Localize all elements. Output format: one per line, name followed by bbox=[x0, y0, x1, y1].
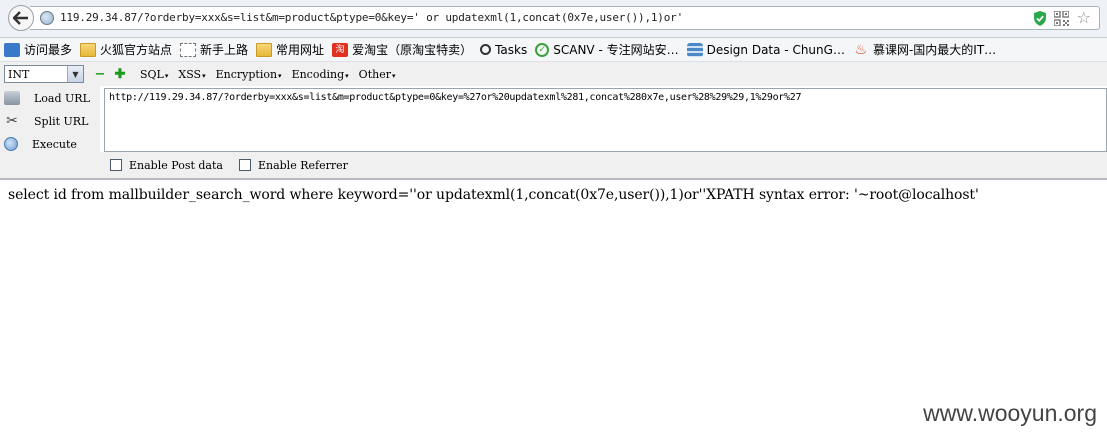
back-button[interactable] bbox=[8, 5, 34, 31]
bookmark-item[interactable]: 访问最多 bbox=[4, 41, 72, 58]
globe-icon bbox=[40, 11, 54, 25]
execute-button[interactable]: Execute bbox=[4, 134, 77, 154]
bookmark-star-icon[interactable]: ☆ bbox=[1077, 9, 1091, 27]
enable-referrer-checkbox[interactable] bbox=[238, 159, 251, 171]
bookmark-item[interactable]: Tasks bbox=[480, 43, 527, 57]
dashed-page-icon bbox=[180, 42, 197, 57]
menu-other[interactable]: Other▾ bbox=[359, 68, 396, 81]
back-arrow-icon bbox=[13, 11, 28, 25]
folder-icon bbox=[80, 42, 97, 57]
chevron-down-icon[interactable]: ▼ bbox=[67, 66, 83, 82]
menu-encryption[interactable]: Encryption▾ bbox=[216, 68, 282, 81]
url-field[interactable]: 119.29.34.87/?orderby=xxx&s=list&m=produ… bbox=[30, 6, 1100, 30]
split-url-button[interactable]: ✂ Split URL bbox=[4, 111, 88, 131]
bookmark-item[interactable]: Design Data - ChunG… bbox=[686, 42, 845, 57]
dropdown-arrow-icon: ▾ bbox=[391, 71, 396, 80]
enable-post-data-checkbox[interactable] bbox=[110, 159, 122, 171]
search-bookmark-icon bbox=[4, 42, 20, 57]
folder-icon bbox=[256, 42, 273, 57]
flame-icon: ♨ bbox=[854, 41, 868, 58]
decrease-icon[interactable]: − bbox=[94, 67, 106, 82]
qr-code-icon[interactable] bbox=[1054, 11, 1069, 26]
menu-encoding[interactable]: Encoding▾ bbox=[292, 68, 349, 81]
address-bar: 119.29.34.87/?orderby=xxx&s=list&m=produ… bbox=[0, 0, 1107, 38]
enable-post-data-option[interactable]: Enable Post data bbox=[110, 159, 223, 172]
magnifier-icon bbox=[480, 44, 492, 55]
database-icon bbox=[686, 42, 703, 57]
dropdown-arrow-icon: ▾ bbox=[345, 71, 349, 80]
hackbar-url-textarea[interactable]: http://119.29.34.87/?orderby=xxx&s=list&… bbox=[104, 88, 1107, 152]
bookmarks-toolbar: 访问最多 火狐官方站点 新手上路 常用网址 淘 爱淘宝（原淘宝特卖） Tasks… bbox=[0, 38, 1107, 62]
menu-xss[interactable]: XSS▾ bbox=[178, 68, 205, 81]
taobao-icon: 淘 bbox=[332, 42, 349, 57]
hackbar-divider bbox=[0, 178, 1107, 180]
hackbar-options: Enable Post data Enable Referrer bbox=[100, 152, 1107, 178]
bookmark-item[interactable]: 新手上路 bbox=[180, 41, 248, 58]
dropdown-arrow-icon: ▾ bbox=[164, 71, 169, 80]
bookmark-item[interactable]: ♨ 慕课网-国内最大的IT… bbox=[853, 41, 996, 58]
hackbar-actions: Load URL ✂ Split URL Execute bbox=[0, 86, 100, 178]
increase-icon[interactable]: ✚ bbox=[114, 67, 126, 82]
menu-sql[interactable]: SQL▾ bbox=[140, 68, 168, 81]
shield-icon[interactable] bbox=[1033, 11, 1047, 26]
hackbar-toolbar: INT ▼ − ✚ SQL▾ XSS▾ Encryption▾ Encoding… bbox=[0, 62, 1107, 86]
load-url-button[interactable]: Load URL bbox=[4, 88, 90, 108]
bookmark-item[interactable]: 淘 爱淘宝（原淘宝特卖） bbox=[332, 41, 472, 58]
bookmark-item[interactable]: 常用网址 bbox=[256, 41, 324, 58]
dropdown-arrow-icon: ▾ bbox=[278, 71, 282, 80]
load-url-icon bbox=[4, 91, 20, 105]
watermark: www.wooyun.org bbox=[923, 400, 1097, 426]
scanv-icon: ✓ bbox=[535, 42, 550, 57]
bookmark-item[interactable]: 火狐官方站点 bbox=[80, 41, 172, 58]
type-select[interactable]: INT ▼ bbox=[4, 65, 84, 83]
scissors-icon: ✂ bbox=[6, 113, 18, 129]
enable-referrer-option[interactable]: Enable Referrer bbox=[238, 159, 348, 172]
dropdown-arrow-icon: ▾ bbox=[202, 71, 206, 80]
page-result-text: select id from mallbuilder_search_word w… bbox=[8, 187, 979, 203]
play-icon bbox=[4, 137, 18, 151]
bookmark-item[interactable]: ✓ SCANV - 专注网站安… bbox=[535, 41, 679, 58]
url-text: 119.29.34.87/?orderby=xxx&s=list&m=produ… bbox=[60, 11, 683, 24]
